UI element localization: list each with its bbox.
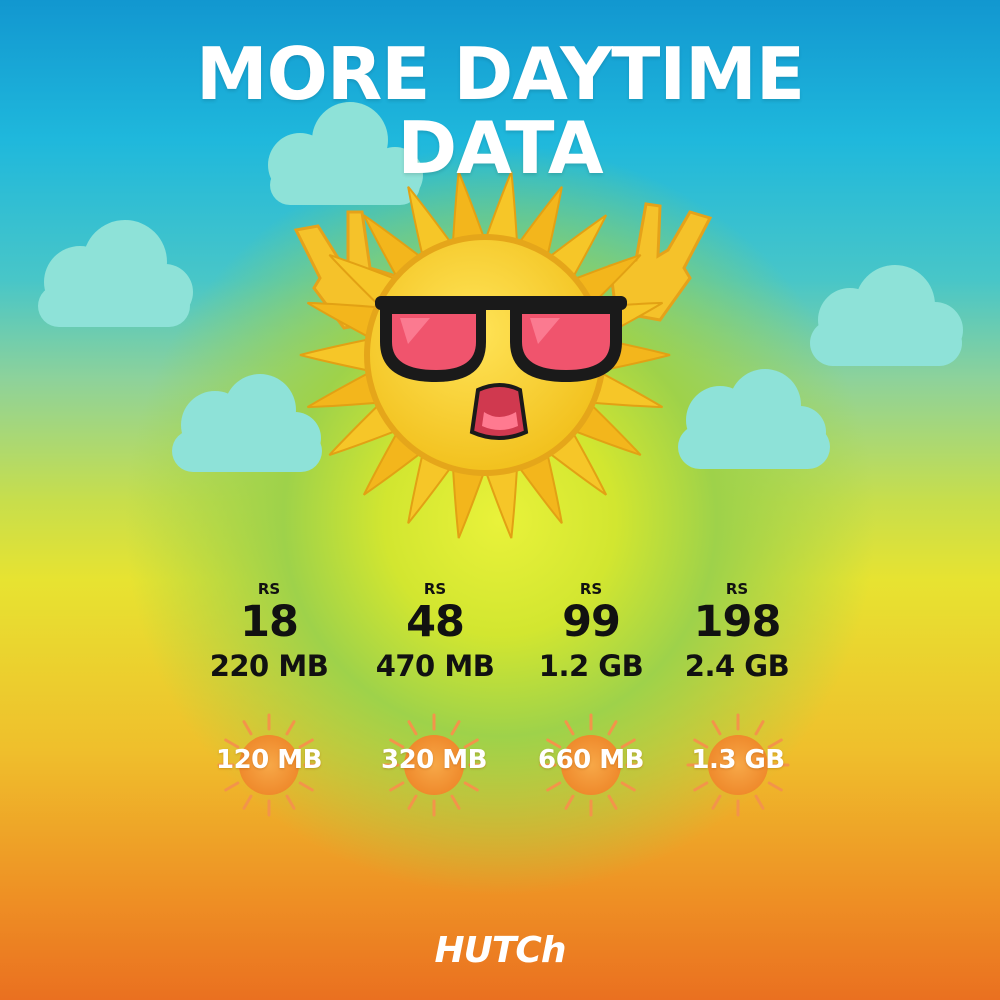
hutch-logo: HUTCh — [434, 930, 567, 971]
currency-label: RS — [257, 580, 281, 598]
cloud-icon — [810, 265, 963, 366]
currency-label: RS — [579, 580, 603, 598]
cloud-icon — [678, 369, 830, 469]
currency-label: RS — [423, 580, 447, 598]
daytime-bonus: 120 MB — [215, 745, 323, 775]
daytime-bonus: 1.3 GB — [691, 745, 785, 775]
plan-data: 1.2 GB — [538, 649, 644, 683]
headline-line-2: DATA — [397, 106, 603, 190]
plan-price: 198 — [693, 597, 782, 647]
plan-price: 48 — [406, 597, 465, 647]
headline-line-1: MORE DAYTIME — [195, 32, 805, 116]
promo-banner: MORE DAYTIME DATA RS 18 220 MB RS 48 470… — [0, 0, 1000, 1000]
plan-data: 220 MB — [209, 649, 329, 683]
plan-price: 99 — [562, 597, 621, 647]
currency-label: RS — [725, 580, 749, 598]
daytime-bonus: 320 MB — [380, 745, 488, 775]
cloud-icon — [38, 220, 193, 327]
plan-price: 18 — [240, 597, 299, 647]
plan-data: 470 MB — [375, 649, 495, 683]
cloud-icon — [172, 374, 322, 472]
daytime-bonus: 660 MB — [537, 745, 645, 775]
plan-data: 2.4 GB — [684, 649, 790, 683]
